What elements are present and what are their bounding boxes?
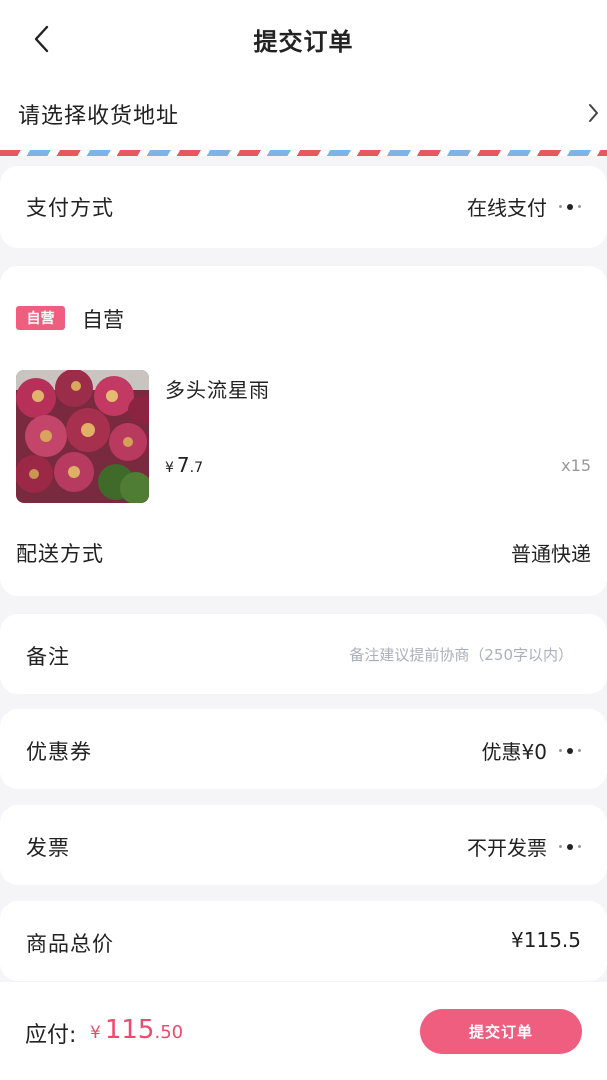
payment-label: 支付方式 <box>26 196 114 220</box>
price-integer: 7 <box>176 453 190 477</box>
invoice-value-wrap: 不开发票 <box>467 832 581 861</box>
total-label: 商品总价 <box>26 932 114 956</box>
invoice-row[interactable]: 发票 不开发票 <box>0 805 607 885</box>
price-decimal: .7 <box>189 460 204 476</box>
payable-amount: ¥115.50 <box>90 1015 183 1045</box>
payable-symbol: ¥ <box>90 1023 101 1043</box>
store-name: 自营 <box>82 308 124 332</box>
shipping-value[interactable]: 普通快递 <box>511 538 591 567</box>
more-dots-icon <box>559 203 581 210</box>
payment-value: 在线支付 <box>467 196 547 220</box>
payable-label: 应付: <box>25 1023 77 1048</box>
address-selector[interactable]: 请选择收货地址 <box>0 78 607 156</box>
payable-integer: 115 <box>104 1015 155 1045</box>
product-price: ¥7.7 <box>165 453 203 477</box>
submit-order-button[interactable]: 提交订单 <box>420 1009 582 1054</box>
price-symbol: ¥ <box>165 460 174 476</box>
product-image[interactable] <box>16 370 149 503</box>
product-name[interactable]: 多头流星雨 <box>165 374 270 403</box>
page-title: 提交订单 <box>253 28 354 56</box>
coupon-value-wrap: 优惠¥0 <box>482 736 581 765</box>
payment-value-wrap: 在线支付 <box>467 192 581 221</box>
remark-row[interactable]: 备注 备注建议提前协商（250字以内） <box>0 614 607 694</box>
coupon-value: 优惠¥0 <box>481 740 547 764</box>
coupon-row[interactable]: 优惠券 优惠¥0 <box>0 709 607 789</box>
store-card: 自营 自营 多头流星雨 ¥7.7 x15 配送方式 普通快递 <box>0 266 607 596</box>
invoice-value: 不开发票 <box>467 836 547 860</box>
address-label: 请选择收货地址 <box>18 104 180 129</box>
header-bar: 提交订单 <box>0 0 607 78</box>
more-dots-icon <box>559 747 581 754</box>
coupon-label: 优惠券 <box>26 740 92 764</box>
self-operated-badge: 自营 <box>16 306 65 330</box>
total-row: 商品总价 ¥115.5 <box>0 901 607 981</box>
remark-label: 备注 <box>26 645 70 669</box>
chevron-right-icon <box>589 104 598 122</box>
airmail-border <box>0 150 607 156</box>
payment-method-row[interactable]: 支付方式 在线支付 <box>0 166 607 248</box>
bottom-bar: 应付: ¥115.50 提交订单 <box>0 982 607 1080</box>
total-value: ¥115.5 <box>511 928 581 952</box>
payable-decimal: .50 <box>154 1022 184 1043</box>
shipping-label: 配送方式 <box>16 542 104 566</box>
more-dots-icon <box>559 843 581 850</box>
remark-input[interactable]: 备注建议提前协商（250字以内） <box>349 644 573 665</box>
invoice-label: 发票 <box>26 836 70 860</box>
product-quantity: x15 <box>561 456 591 475</box>
